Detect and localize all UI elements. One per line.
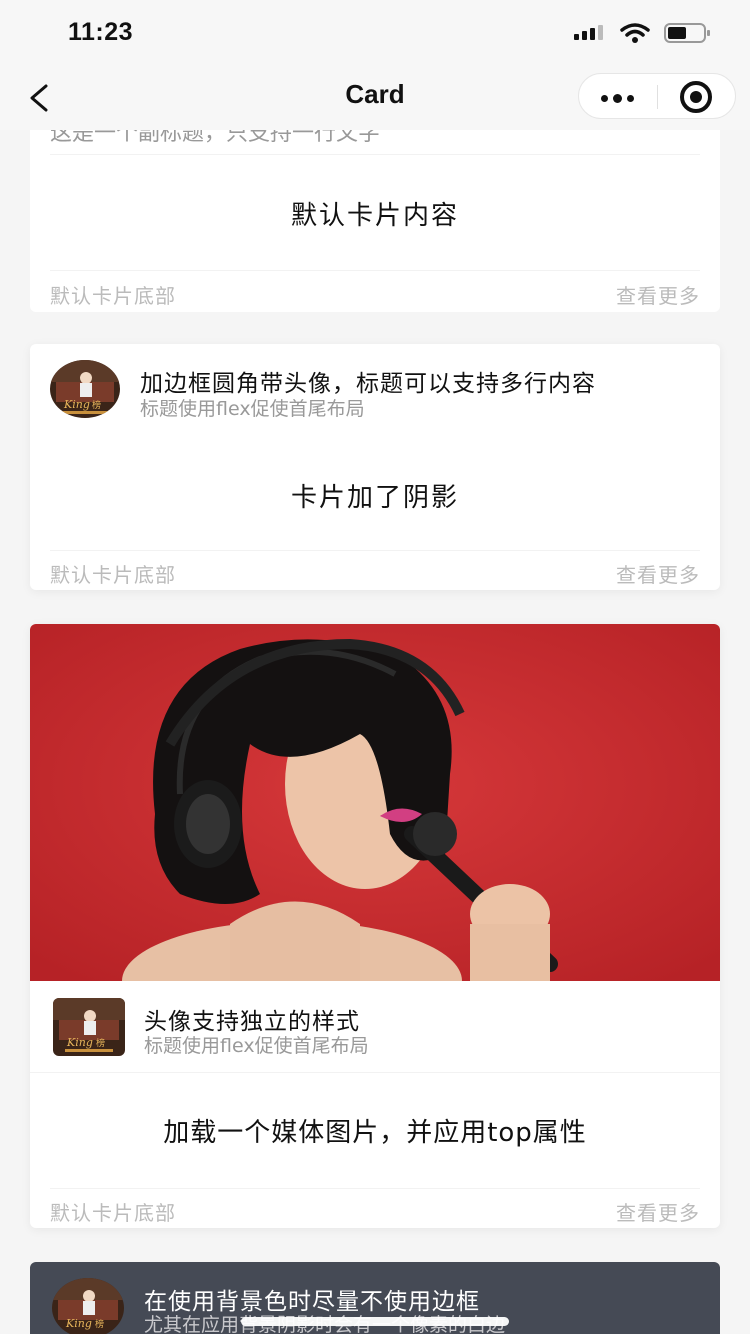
- close-target-icon[interactable]: [680, 81, 712, 113]
- card-content: 加载一个媒体图片，并应用top属性: [163, 1118, 587, 1148]
- card-footer-text: 默认卡片底部: [50, 563, 176, 587]
- svg-text:King: King: [63, 398, 90, 411]
- card-header-divider: [30, 1072, 720, 1073]
- avatar: King 榜: [52, 1278, 124, 1334]
- svg-text:榜: 榜: [95, 1318, 104, 1330]
- avatar: King 榜: [50, 360, 120, 418]
- view-more-link[interactable]: 查看更多: [616, 1197, 700, 1226]
- card-title: 加边框圆角带头像，标题可以支持多行内容: [140, 371, 596, 397]
- more-icon[interactable]: [601, 94, 634, 103]
- status-bar: 11:23: [0, 0, 750, 66]
- card-content: 卡片加了阴影: [290, 483, 459, 513]
- status-icons: [574, 22, 712, 44]
- card-content: 默认卡片内容: [290, 201, 459, 231]
- card-footer-divider: [50, 270, 700, 271]
- view-more-link[interactable]: 查看更多: [616, 280, 700, 309]
- svg-text:King: King: [66, 1036, 93, 1049]
- media-card: King 榜 头像支持独立的样式 标题使用flex促使首尾布局 加载一个媒体图片…: [30, 624, 720, 1228]
- status-time: 11:23: [68, 18, 134, 46]
- default-card: 这是一个副标题，只支持一行文字 默认卡片内容 默认卡片底部 查看更多: [30, 100, 720, 312]
- card-header-divider: [50, 154, 700, 155]
- wifi-icon: [620, 23, 650, 43]
- card-footer-divider: [50, 1188, 700, 1189]
- mini-program-capsule: [578, 73, 736, 119]
- svg-text:榜: 榜: [92, 399, 101, 411]
- avatar: King 榜: [53, 998, 125, 1056]
- media-image: [30, 624, 720, 981]
- card-footer-text: 默认卡片底部: [50, 284, 176, 308]
- view-more-link[interactable]: 查看更多: [616, 559, 700, 588]
- card-footer-text: 默认卡片底部: [50, 1201, 176, 1225]
- capsule-divider: [657, 85, 658, 109]
- card-footer-divider: [50, 550, 700, 551]
- signal-icon: [574, 25, 603, 40]
- home-indicator: [241, 1317, 509, 1326]
- svg-text:King: King: [65, 1317, 92, 1330]
- nav-bar: Card: [0, 66, 750, 130]
- card-subtitle: 标题使用flex促使首尾布局: [140, 398, 365, 420]
- battery-icon: [664, 23, 710, 43]
- shadow-card: King 榜 加边框圆角带头像，标题可以支持多行内容 标题使用flex促使首尾布…: [30, 344, 720, 590]
- svg-text:榜: 榜: [96, 1037, 105, 1049]
- card-subtitle: 标题使用flex促使首尾布局: [144, 1035, 369, 1057]
